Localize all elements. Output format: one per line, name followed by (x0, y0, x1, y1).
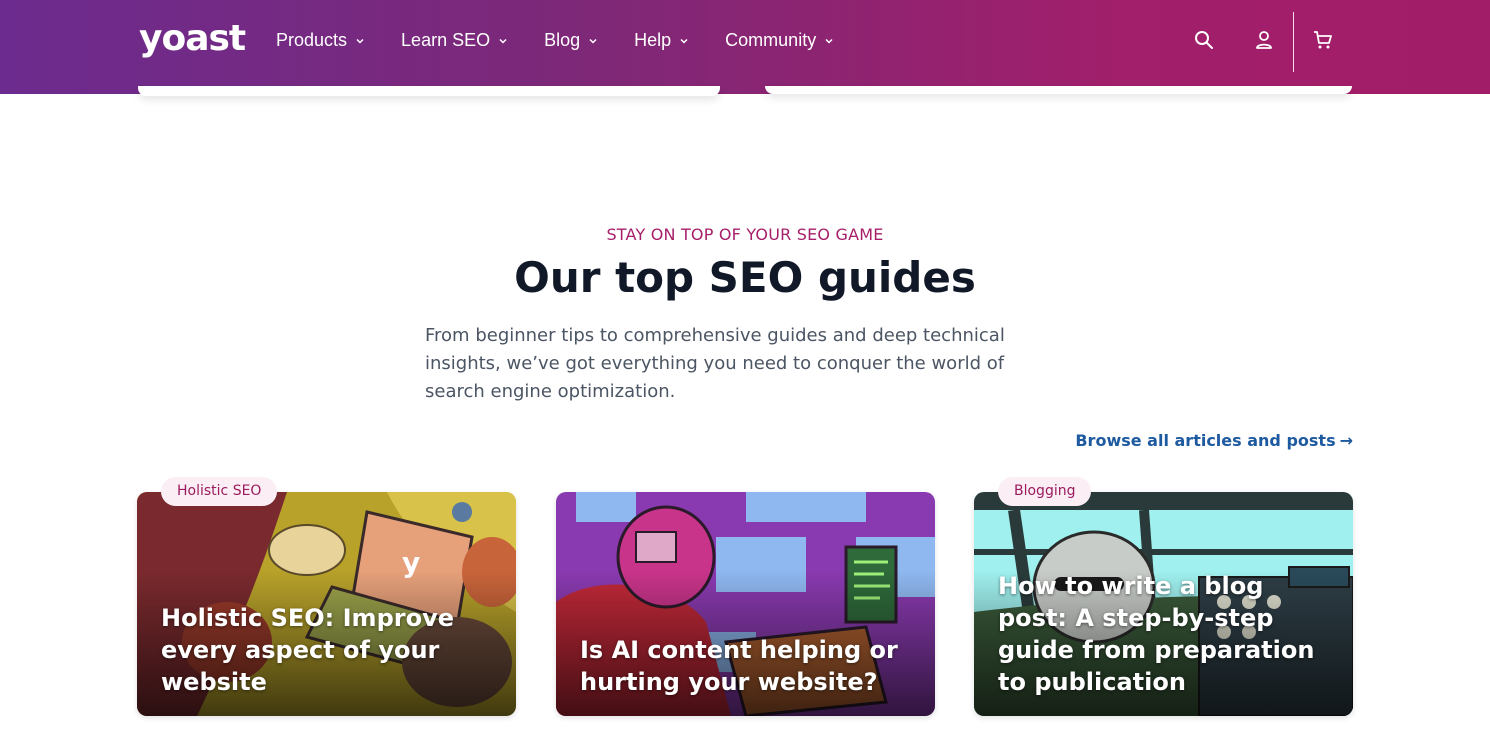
nav-blog-label: Blog (544, 30, 581, 50)
chevron-down-icon (825, 38, 833, 44)
guide-card-holistic-seo[interactable]: y Holistic SEO: Improve every aspect of … (137, 492, 516, 716)
main-nav: Products Learn SEO Blog Help Community (276, 30, 870, 51)
chevron-down-icon (680, 38, 688, 44)
yoast-logo[interactable]: yoast (139, 18, 246, 62)
nav-help-label: Help (634, 30, 672, 50)
user-icon[interactable] (1252, 28, 1276, 52)
nav-community-label: Community (725, 30, 817, 50)
card-title: How to write a blog post: A step-by-step… (998, 572, 1315, 696)
previous-card-bottom-edge (138, 86, 720, 96)
arrow-right-icon: → (1339, 431, 1353, 450)
nav-community[interactable]: Community (725, 30, 834, 51)
guide-card-blog-post[interactable]: How to write a blog post: A step-by-step… (974, 492, 1353, 716)
chevron-down-icon (356, 38, 364, 44)
search-icon[interactable] (1192, 28, 1216, 52)
browse-all-link[interactable]: Browse all articles and posts → (1075, 431, 1353, 450)
category-badge-blogging[interactable]: Blogging (998, 477, 1092, 506)
chevron-down-icon (499, 38, 507, 44)
nav-learn-seo-label: Learn SEO (401, 30, 491, 50)
chevron-down-icon (589, 38, 597, 44)
card-title: Is AI content helping or hurting your we… (580, 636, 898, 696)
nav-learn-seo[interactable]: Learn SEO (401, 30, 508, 51)
previous-card-bottom-edge (765, 86, 1352, 94)
site-header: yoast Products Learn SEO Blog Help Commu… (0, 0, 1490, 94)
section-eyebrow: STAY ON TOP OF YOUR SEO GAME (606, 225, 884, 244)
section-title: Our top SEO guides (514, 253, 976, 302)
guide-card-ai-content[interactable]: Is AI content helping or hurting your we… (556, 492, 935, 716)
nav-products[interactable]: Products (276, 30, 365, 51)
browse-all-label: Browse all articles and posts (1075, 431, 1336, 450)
nav-help[interactable]: Help (634, 30, 689, 51)
nav-blog[interactable]: Blog (544, 30, 598, 51)
section-description: From beginner tips to comprehensive guid… (425, 325, 1005, 402)
nav-products-label: Products (276, 30, 348, 50)
cart-icon[interactable] (1311, 28, 1335, 52)
category-badge-holistic-seo[interactable]: Holistic SEO (161, 477, 278, 506)
header-divider (1293, 12, 1294, 72)
card-title: Holistic SEO: Improve every aspect of yo… (161, 604, 454, 696)
